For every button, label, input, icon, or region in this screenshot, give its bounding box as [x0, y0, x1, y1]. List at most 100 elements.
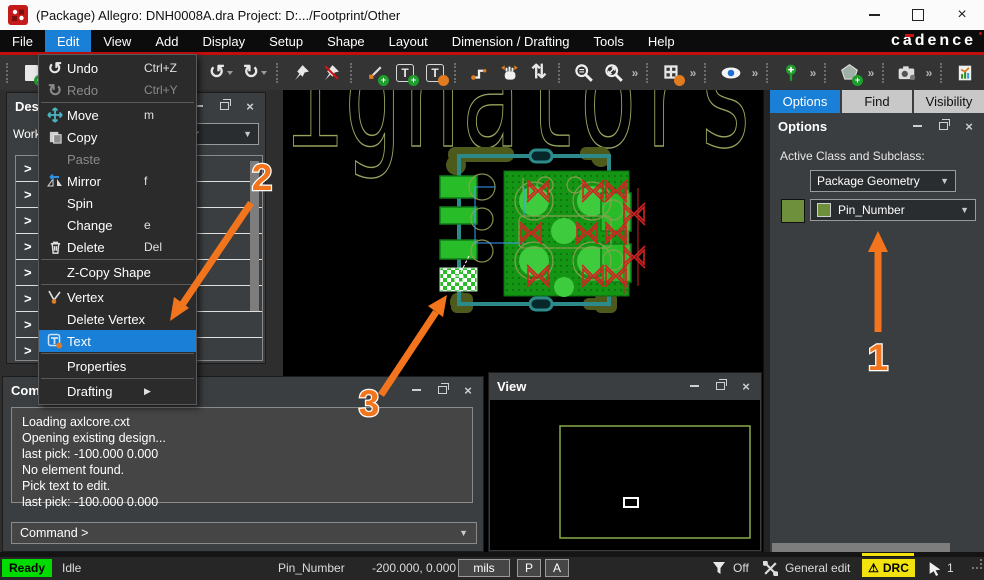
- zoom-fit-icon: [604, 63, 623, 82]
- undo-dropdown-icon[interactable]: [227, 71, 233, 75]
- active-class-label: Active Class and Subclass:: [770, 139, 984, 163]
- resize-grip[interactable]: [972, 559, 982, 569]
- menu-edit[interactable]: Edit: [45, 30, 91, 52]
- unpin-button[interactable]: [317, 60, 345, 86]
- add-pin-button[interactable]: [777, 60, 805, 86]
- edit-menu-item-text[interactable]: Text: [39, 330, 196, 352]
- top-tab: [530, 150, 552, 162]
- grid-toggle-button[interactable]: ⊞: [657, 60, 685, 86]
- tree-scrollbar[interactable]: [250, 161, 259, 311]
- overflow-chevron[interactable]: »: [807, 66, 819, 80]
- panel-close-icon[interactable]: ×: [243, 99, 257, 113]
- menu-layout[interactable]: Layout: [377, 30, 440, 52]
- close-button[interactable]: ×: [940, 0, 984, 30]
- tab-options[interactable]: Options: [770, 90, 840, 113]
- edit-text-button[interactable]: T: [421, 60, 449, 86]
- shape-add-button[interactable]: +: [835, 60, 863, 86]
- redo-button[interactable]: ↻: [239, 60, 271, 86]
- overflow-chevron[interactable]: »: [749, 66, 761, 80]
- edit-menu-item-drafting[interactable]: Drafting ▶: [39, 380, 196, 402]
- panel-close-icon[interactable]: ×: [739, 379, 753, 393]
- menu-shape[interactable]: Shape: [315, 30, 377, 52]
- edit-menu-item-redo[interactable]: ↻ Redo Ctrl+Y: [39, 79, 196, 101]
- panel-float-icon[interactable]: [713, 379, 727, 393]
- plus-badge-icon: +: [852, 75, 863, 86]
- filter-button[interactable]: [712, 559, 726, 577]
- menu-add[interactable]: Add: [143, 30, 190, 52]
- capture-settings-button[interactable]: [893, 60, 921, 86]
- overflow-chevron[interactable]: »: [923, 66, 935, 80]
- edit-menu-item-zcopy-shape[interactable]: Z-Copy Shape: [39, 261, 196, 283]
- command-log-line: last pick: -100.000 0.000: [22, 446, 472, 462]
- menu-file[interactable]: File: [0, 30, 45, 52]
- menu-view[interactable]: View: [91, 30, 143, 52]
- edit-menu-item-spin[interactable]: Spin: [39, 192, 196, 214]
- class-dropdown[interactable]: Package Geometry ▼: [810, 170, 956, 192]
- menu-help[interactable]: Help: [636, 30, 687, 52]
- panel-float-icon[interactable]: [217, 99, 231, 113]
- menu-tools[interactable]: Tools: [581, 30, 635, 52]
- command-log-line: No element found.: [22, 462, 472, 478]
- subclass-color-swatch[interactable]: [781, 199, 805, 223]
- edit-mode-label: General edit: [785, 559, 850, 577]
- toolbar-separator: [766, 63, 772, 83]
- edit-menu-item-vertex[interactable]: Vertex: [39, 286, 196, 308]
- redo-dropdown-icon[interactable]: [261, 71, 267, 75]
- panel-float-icon[interactable]: [435, 383, 449, 397]
- color-visibility-button[interactable]: [715, 60, 747, 86]
- edit-menu-item-delete[interactable]: Delete Del: [39, 236, 196, 258]
- edit-menu-item-delete-vertex[interactable]: Delete Vertex: [39, 308, 196, 330]
- unpin-icon: [323, 64, 340, 81]
- a-button[interactable]: A: [545, 559, 569, 577]
- menu-dimension-drafting[interactable]: Dimension / Drafting: [440, 30, 582, 52]
- overflow-chevron[interactable]: »: [865, 66, 877, 80]
- units-button[interactable]: mils: [458, 559, 510, 577]
- menu-item-label: Delete: [67, 240, 144, 255]
- drc-button[interactable]: ⚠ DRC: [862, 559, 915, 577]
- zoom-by-points-button[interactable]: [569, 60, 597, 86]
- view-minimap[interactable]: [490, 400, 760, 550]
- toolbar-separator: [350, 63, 356, 83]
- swap-button[interactable]: ⇅: [525, 60, 553, 86]
- add-text-button[interactable]: T +: [391, 60, 419, 86]
- edit-menu-item-undo[interactable]: ↺ Undo Ctrl+Z: [39, 57, 196, 79]
- zoom-fit-button[interactable]: [599, 60, 627, 86]
- pick-count: 1: [947, 559, 954, 577]
- command-log[interactable]: Loading axlcore.cxt Opening existing des…: [11, 407, 473, 503]
- p-button[interactable]: P: [517, 559, 541, 577]
- overflow-chevron[interactable]: »: [629, 66, 641, 80]
- options-scrollbar[interactable]: [772, 543, 950, 552]
- panel-minimize-icon[interactable]: [409, 383, 423, 397]
- panel-float-icon[interactable]: [936, 119, 950, 133]
- filter-icon: [712, 561, 726, 575]
- reports-button[interactable]: [951, 60, 979, 86]
- add-connect-button[interactable]: [465, 60, 493, 86]
- panel-minimize-icon[interactable]: [687, 379, 701, 393]
- edit-mode-button[interactable]: [763, 559, 778, 577]
- toolbar-handle[interactable]: [6, 63, 12, 83]
- tab-visibility[interactable]: Visibility: [914, 90, 984, 113]
- minimize-button[interactable]: [852, 0, 896, 30]
- command-input[interactable]: Command > ▼: [11, 522, 477, 544]
- overflow-chevron[interactable]: »: [687, 66, 699, 80]
- edit-menu-item-paste[interactable]: Paste: [39, 148, 196, 170]
- edit-menu-item-properties[interactable]: Properties: [39, 355, 196, 377]
- edit-menu-item-copy[interactable]: Copy: [39, 126, 196, 148]
- undo-button[interactable]: ↺: [205, 60, 237, 86]
- maximize-button[interactable]: [896, 0, 940, 30]
- slide-button[interactable]: [495, 60, 523, 86]
- edit-menu-item-change[interactable]: Change e: [39, 214, 196, 236]
- status-ready: Ready: [2, 559, 52, 577]
- edit-menu-item-move[interactable]: Move m: [39, 104, 196, 126]
- panel-close-icon[interactable]: ×: [962, 119, 976, 133]
- pin-button[interactable]: [287, 60, 315, 86]
- menu-display[interactable]: Display: [190, 30, 257, 52]
- panel-minimize-icon[interactable]: [910, 119, 924, 133]
- tab-find[interactable]: Find: [842, 90, 912, 113]
- menu-setup[interactable]: Setup: [257, 30, 315, 52]
- edit-menu-item-mirror[interactable]: Mirror f: [39, 170, 196, 192]
- panel-close-icon[interactable]: ×: [461, 383, 475, 397]
- add-line-button[interactable]: +: [361, 60, 389, 86]
- menu-item-label: Spin: [67, 196, 144, 211]
- subclass-dropdown[interactable]: Pin_Number ▼: [810, 199, 976, 221]
